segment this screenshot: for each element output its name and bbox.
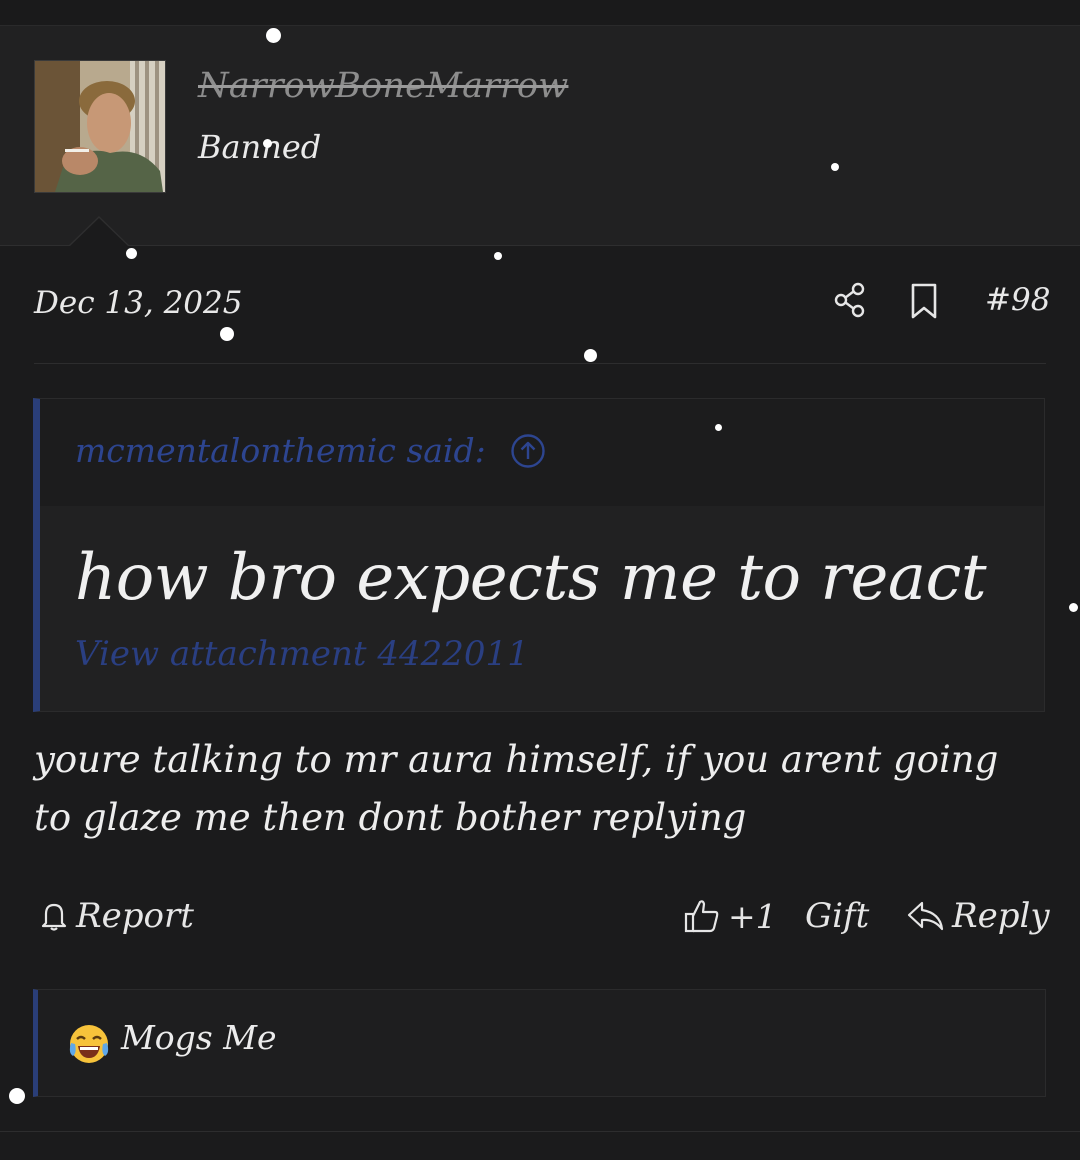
gift-label: Gift (805, 896, 870, 936)
avatar[interactable] (34, 60, 166, 193)
share-icon (834, 282, 865, 318)
snow-particle (126, 248, 137, 259)
report-button[interactable]: Report (38, 893, 194, 939)
quote-attribution[interactable]: mcmentalonthemic said: (75, 429, 486, 473)
snow-particle (263, 139, 272, 148)
like-button[interactable]: +1 (682, 893, 777, 939)
gift-button[interactable]: Gift (805, 893, 869, 939)
reactions-bar[interactable]: Mogs Me (33, 989, 1046, 1097)
share-button[interactable] (833, 281, 869, 319)
arrow-up-circle-icon (511, 434, 545, 468)
snow-particle (1069, 603, 1078, 612)
user-info-block: NarrowBoneMarrow Banned (0, 26, 1080, 246)
snow-particle (831, 163, 839, 171)
reaction-label: Mogs Me (121, 1018, 277, 1057)
user-title-banned: Banned (198, 128, 322, 166)
reply-arrow-icon (907, 901, 944, 931)
snow-particle (9, 1088, 25, 1104)
snow-particle (494, 252, 502, 260)
snow-particle (584, 349, 597, 362)
quote-header: mcmentalonthemic said: (40, 399, 1044, 506)
bookmark-icon (911, 283, 937, 319)
bookmark-button[interactable] (908, 282, 942, 320)
bell-icon (41, 903, 67, 931)
post-body-text: youre talking to mr aura himself, if you… (34, 738, 999, 839)
report-label: Report (76, 896, 194, 936)
quote-block: mcmentalonthemic said: how bro expects m… (33, 398, 1045, 712)
bottom-divider (0, 1131, 1080, 1132)
like-count: +1 (728, 896, 777, 936)
joy-emoji-icon (68, 1023, 110, 1065)
post-number-link[interactable]: #98 (985, 280, 1050, 320)
quote-text: how bro expects me to react (75, 541, 987, 615)
quote-jump-button[interactable] (510, 433, 546, 469)
quote-content: how bro expects me to react View attachm… (40, 506, 1044, 711)
avatar-image (35, 61, 165, 192)
snow-particle (220, 327, 234, 341)
post-date[interactable]: Dec 13, 2025 (34, 283, 242, 323)
username[interactable]: NarrowBoneMarrow (198, 64, 568, 108)
divider (34, 363, 1046, 364)
snow-particle (266, 28, 281, 43)
snow-particle (715, 424, 722, 431)
top-strip (0, 0, 1080, 26)
reply-button[interactable]: Reply (906, 893, 1050, 939)
reply-label: Reply (952, 896, 1050, 936)
thumbs-up-icon (684, 900, 719, 933)
view-attachment-link[interactable]: View attachment 4422011 (75, 632, 529, 676)
